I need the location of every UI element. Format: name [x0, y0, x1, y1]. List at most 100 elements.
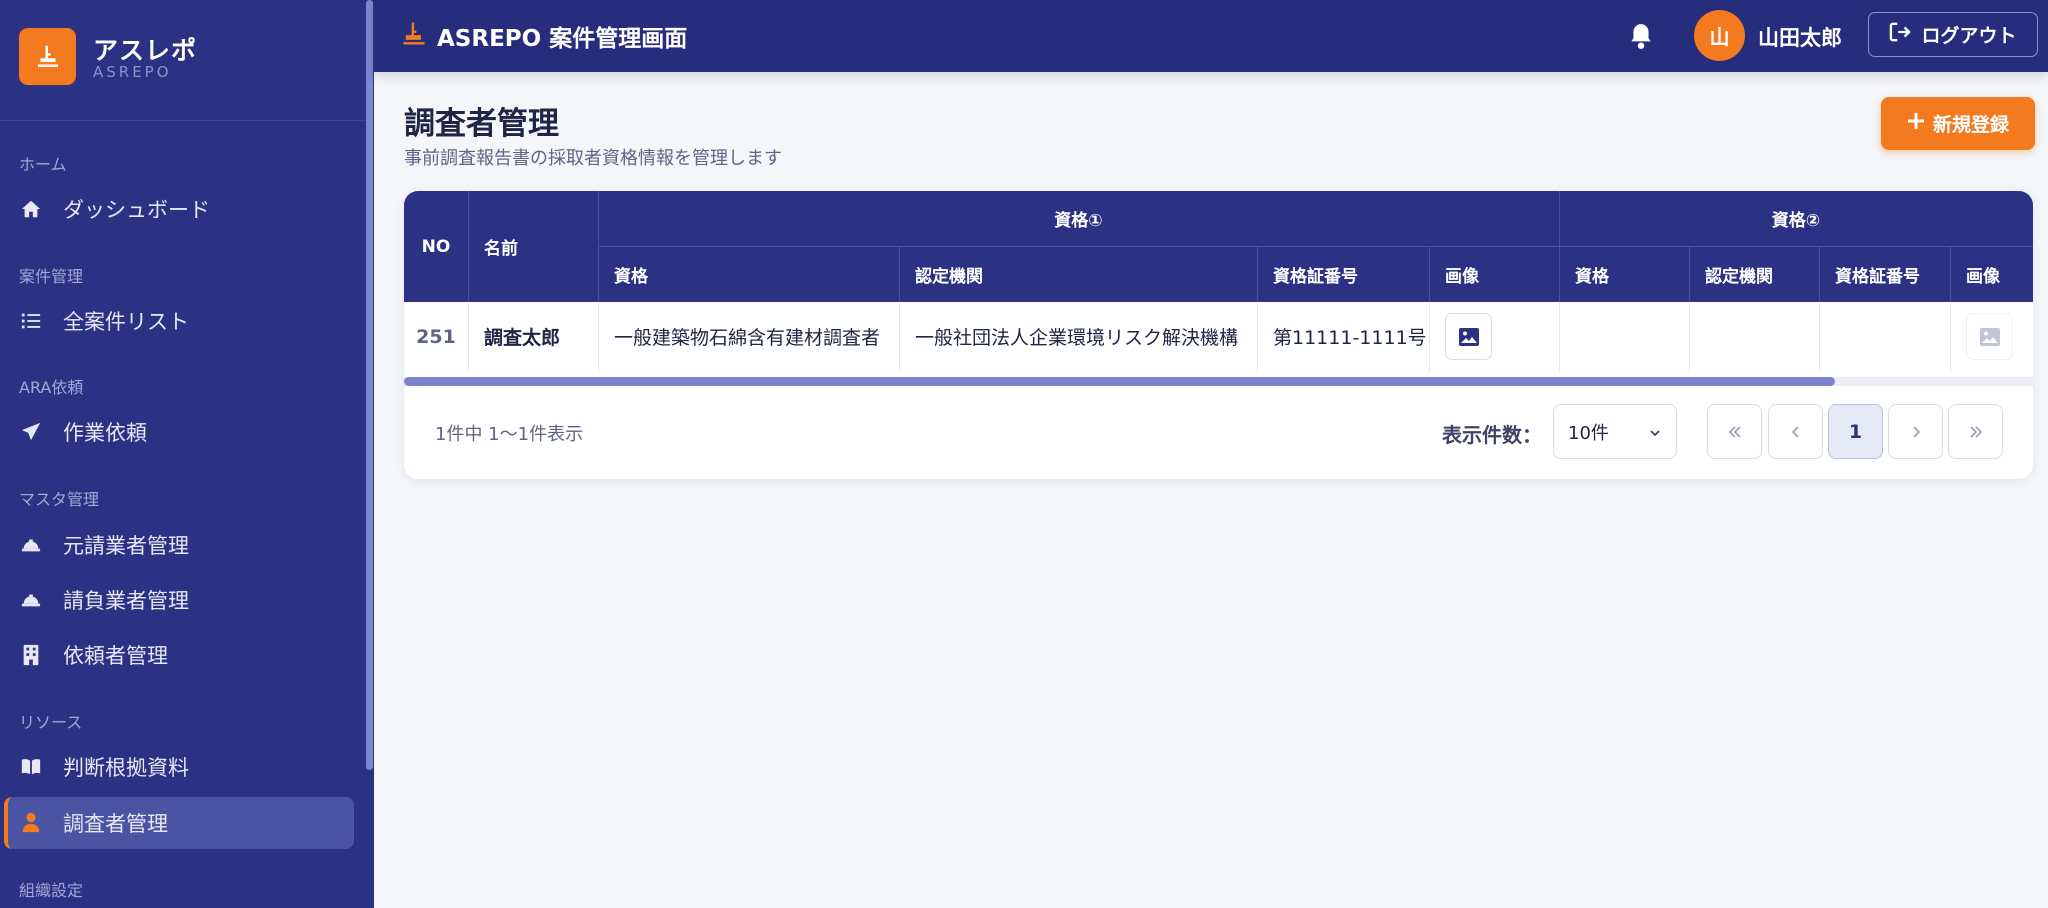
brand-logo-icon — [19, 28, 76, 85]
pagination-first-button[interactable] — [1707, 404, 1762, 459]
sidebar-item-label: 全案件リスト — [63, 310, 189, 334]
new-register-button[interactable]: 新規登録 — [1881, 97, 2035, 150]
col-header-no[interactable]: NO — [404, 191, 468, 302]
cell-divider — [899, 302, 900, 371]
image-icon — [1979, 327, 2000, 346]
paper-plane-icon — [19, 420, 43, 444]
result-summary: 1件中 1〜1件表示 — [435, 424, 584, 445]
sidebar-item-prime-contractors[interactable]: 元請業者管理 — [4, 519, 354, 571]
sidebar-item-investigators[interactable]: 調査者管理 — [4, 797, 354, 849]
user-icon — [19, 811, 43, 835]
topbar: ASREPO 案件管理画面 山 山田太郎 ログアウト — [374, 0, 2048, 72]
chevron-left-icon — [1791, 425, 1799, 438]
sidebar-item-label: 判断根拠資料 — [63, 756, 189, 780]
double-chevron-right-icon — [1969, 425, 1982, 438]
cell-divider — [1689, 302, 1690, 371]
section-label-org: 組織設定 — [19, 881, 84, 900]
list-icon — [19, 309, 43, 333]
new-register-label: 新規登録 — [1932, 114, 2009, 136]
page-title: 調査者管理 — [404, 106, 559, 142]
pagination-next-button[interactable] — [1888, 404, 1943, 459]
col-header-image-1[interactable]: 画像 — [1445, 246, 1555, 302]
sidebar-item-label: 請負業者管理 — [63, 589, 189, 613]
col-header-cert-no-2[interactable]: 資格証番号 — [1835, 246, 1947, 302]
hard-hat-icon — [19, 533, 43, 557]
section-label-home: ホーム — [19, 155, 67, 174]
cell-qualification-1: 一般建築物石綿含有建材調査者 — [614, 327, 881, 349]
header-divider — [1950, 246, 1951, 302]
brand-name: アスレポ — [93, 36, 198, 65]
sidebar-item-label: 調査者管理 — [63, 812, 168, 836]
sidebar-item-label: 依頼者管理 — [63, 644, 168, 668]
cell-cert-no-2 — [1835, 302, 1945, 371]
page-subtitle: 事前調査報告書の採取者資格情報を管理します — [404, 148, 782, 169]
cell-divider — [1559, 302, 1560, 371]
sidebar-item-label: 作業依頼 — [63, 421, 147, 445]
col-group-qualification-1: 資格① — [1054, 211, 1103, 231]
avatar[interactable]: 山 — [1694, 10, 1745, 61]
col-header-cert-no-1[interactable]: 資格証番号 — [1273, 246, 1423, 302]
book-icon — [19, 755, 43, 779]
image-icon — [1458, 327, 1479, 346]
col-header-authority-1[interactable]: 認定機関 — [915, 246, 1255, 302]
per-page-value: 10件 — [1568, 422, 1609, 444]
sidebar-item-subcontractors[interactable]: 請負業者管理 — [4, 574, 354, 626]
col-header-name[interactable]: 名前 — [484, 191, 594, 302]
image-view-button-1[interactable] — [1445, 313, 1492, 360]
logout-label: ログアウト — [1921, 25, 2017, 47]
section-label-resources: リソース — [19, 713, 83, 732]
cell-qualification-2 — [1575, 302, 1685, 371]
home-icon — [19, 197, 43, 221]
cell-divider — [1257, 302, 1258, 371]
user-name[interactable]: 山田太郎 — [1758, 22, 1842, 52]
pagination-last-button[interactable] — [1948, 404, 2003, 459]
building-icon — [19, 643, 43, 667]
section-label-master: マスタ管理 — [19, 490, 100, 509]
double-chevron-left-icon — [1728, 425, 1741, 438]
cell-authority-2 — [1705, 302, 1815, 371]
sidebar-item-work-request[interactable]: 作業依頼 — [4, 406, 354, 458]
col-header-authority-2[interactable]: 認定機関 — [1705, 246, 1815, 302]
sidebar-item-label: 元請業者管理 — [63, 534, 189, 558]
chevron-right-icon — [1912, 425, 1920, 438]
app-logo-icon — [400, 20, 428, 48]
bell-icon[interactable] — [1628, 22, 1656, 50]
header-divider — [468, 191, 469, 302]
app-title: ASREPO 案件管理画面 — [437, 26, 688, 52]
pagination-prev-button[interactable] — [1768, 404, 1823, 459]
cell-cert-no-1: 第11111-1111号 — [1273, 327, 1427, 349]
col-header-qualification-2[interactable]: 資格 — [1575, 246, 1685, 302]
per-page-select[interactable]: 10件 — [1553, 404, 1677, 459]
col-group-qualification-2: 資格② — [1771, 211, 1821, 231]
pagination-page-button[interactable]: 1 — [1828, 404, 1883, 459]
cell-no: 251 — [416, 325, 456, 348]
cell-divider — [468, 302, 469, 371]
header-divider — [1689, 246, 1690, 302]
section-label-projects: 案件管理 — [19, 267, 84, 286]
sidebar-item-requesters[interactable]: 依頼者管理 — [4, 629, 354, 681]
sidebar-item-dashboard[interactable]: ダッシュボード — [4, 183, 354, 235]
header-divider — [1819, 246, 1820, 302]
sidebar-scrollbar[interactable] — [366, 0, 373, 770]
header-divider — [1257, 246, 1258, 302]
col-header-qualification-1[interactable]: 資格 — [614, 246, 894, 302]
header-divider — [899, 246, 900, 302]
investigators-table-card: NO 名前 資格① 資格② 資格 認定機関 資格証番号 画像 資格 認定機関 資… — [404, 191, 2033, 479]
cell-divider — [1950, 302, 1951, 371]
sidebar-item-all-projects[interactable]: 全案件リスト — [4, 295, 354, 347]
section-label-ara: ARA依頼 — [19, 378, 84, 397]
hard-hat-icon — [19, 588, 43, 612]
cell-divider — [1429, 302, 1430, 371]
cell-divider — [1819, 302, 1820, 371]
cell-divider — [598, 302, 599, 371]
brand[interactable]: アスレポ ASREPO — [0, 0, 366, 121]
logout-button[interactable]: ログアウト — [1868, 12, 2038, 57]
header-divider — [1429, 246, 1430, 302]
sidebar: アスレポ ASREPO ホーム ダッシュボード 案件管理 全案件リスト ARA依… — [0, 0, 374, 908]
sidebar-item-reference-docs[interactable]: 判断根拠資料 — [4, 741, 354, 793]
image-view-button-2[interactable] — [1966, 313, 2013, 360]
table-scrollbar-thumb[interactable] — [404, 377, 1835, 386]
col-header-image-2[interactable]: 画像 — [1966, 246, 2026, 302]
plus-icon — [1907, 112, 1925, 135]
cell-authority-1: 一般社団法人企業環境リスク解決機構 — [915, 327, 1239, 349]
